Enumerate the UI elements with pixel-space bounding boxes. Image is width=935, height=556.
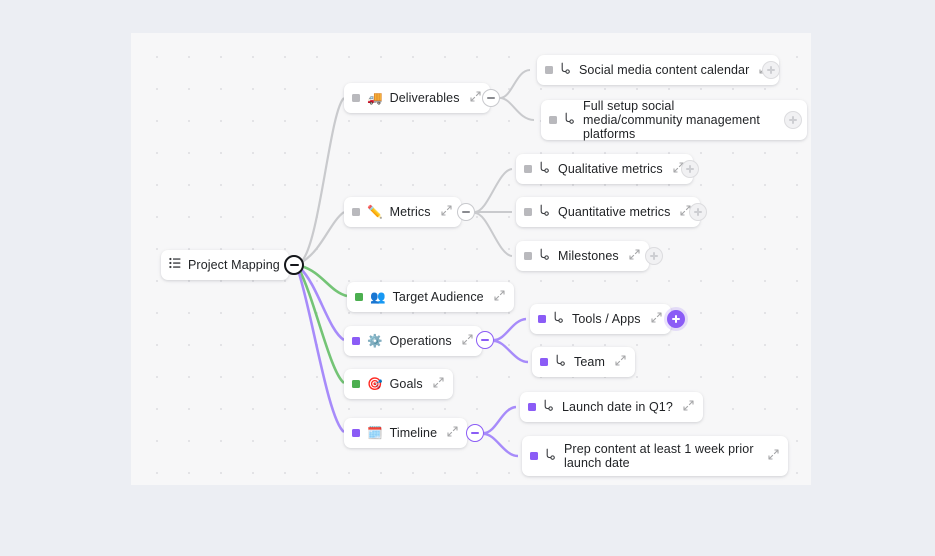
minus-icon — [481, 339, 489, 341]
bullet-purple — [538, 315, 546, 323]
bullet-gray — [524, 208, 532, 216]
bullet-green — [352, 380, 360, 388]
expand-icon[interactable] — [629, 247, 640, 265]
node-goals[interactable]: 🎯 Goals — [344, 369, 453, 399]
plus-icon — [770, 66, 772, 74]
bullet-purple — [530, 452, 538, 460]
plus-icon — [792, 116, 794, 124]
node-tools-apps[interactable]: Tools / Apps — [530, 304, 671, 334]
gear-emoji-icon: ⚙️ — [367, 335, 383, 348]
minus-icon — [462, 211, 470, 213]
node-target-audience-label: Target Audience — [393, 290, 484, 304]
node-metrics-label: Metrics — [390, 205, 431, 219]
bullet-purple — [540, 358, 548, 366]
add-child-button-milestones[interactable] — [645, 247, 663, 265]
node-prep-content[interactable]: Prep content at least 1 week prior launc… — [522, 436, 788, 476]
bullet-purple — [352, 429, 360, 437]
branch-node-icon — [543, 398, 555, 416]
target-emoji-icon: 🎯 — [367, 378, 383, 391]
minus-icon — [471, 432, 479, 434]
node-label: Full setup social media/community manage… — [583, 99, 773, 141]
bullet-purple — [528, 403, 536, 411]
node-timeline-label: Timeline — [390, 426, 438, 440]
node-label: Qualitative metrics — [558, 162, 663, 176]
node-label: Team — [574, 355, 605, 369]
expand-icon[interactable] — [494, 288, 505, 306]
minus-icon — [290, 264, 299, 266]
node-label: Social media content calendar — [579, 63, 749, 77]
node-operations[interactable]: ⚙️ Operations — [344, 326, 482, 356]
expand-icon[interactable] — [441, 203, 452, 221]
branch-node-icon — [553, 310, 565, 328]
node-label: Launch date in Q1? — [562, 400, 673, 414]
node-timeline[interactable]: 🗓️ Timeline — [344, 418, 467, 448]
node-milestones[interactable]: Milestones — [516, 241, 649, 271]
expand-icon[interactable] — [470, 89, 481, 107]
minus-icon — [487, 97, 495, 99]
mindmap-app: Project Mapping 🚚 Deliverables Social me… — [0, 0, 935, 556]
node-qualitative-metrics[interactable]: Qualitative metrics — [516, 154, 693, 184]
bullet-gray — [524, 252, 532, 260]
node-label: Quantitative metrics — [558, 205, 670, 219]
add-child-button-full-setup[interactable] — [784, 111, 802, 129]
bullet-gray — [549, 116, 557, 124]
add-child-button-tools-apps[interactable] — [667, 310, 685, 328]
node-metrics[interactable]: ✏️ Metrics — [344, 197, 461, 227]
expand-icon[interactable] — [768, 447, 779, 465]
bullet-gray — [352, 208, 360, 216]
node-root[interactable]: Project Mapping — [161, 250, 289, 280]
node-root-label: Project Mapping — [188, 258, 280, 272]
branch-node-icon — [564, 111, 576, 129]
node-operations-label: Operations — [390, 334, 452, 348]
bullet-purple — [352, 337, 360, 345]
bullet-gray — [545, 66, 553, 74]
pencil-emoji-icon: ✏️ — [367, 206, 383, 219]
add-child-button-social-media-content-calendar[interactable] — [762, 61, 780, 79]
add-child-button-quantitative-metrics[interactable] — [689, 203, 707, 221]
node-quantitative-metrics[interactable]: Quantitative metrics — [516, 197, 700, 227]
expand-icon[interactable] — [447, 424, 458, 442]
branch-node-icon — [539, 247, 551, 265]
branch-node-icon — [545, 447, 557, 465]
node-team[interactable]: Team — [532, 347, 635, 377]
truck-emoji-icon: 🚚 — [367, 92, 383, 105]
node-launch-date[interactable]: Launch date in Q1? — [520, 392, 703, 422]
node-deliverables-label: Deliverables — [390, 91, 460, 105]
toggle-operations[interactable] — [476, 331, 494, 349]
node-target-audience[interactable]: 👥 Target Audience — [347, 282, 514, 312]
node-label: Prep content at least 1 week prior launc… — [564, 442, 754, 470]
toggle-timeline[interactable] — [466, 424, 484, 442]
bullet-green — [355, 293, 363, 301]
branch-node-icon — [539, 160, 551, 178]
toggle-deliverables[interactable] — [482, 89, 500, 107]
plus-icon — [689, 165, 691, 173]
node-goals-label: Goals — [390, 377, 423, 391]
branch-node-icon — [560, 61, 572, 79]
expand-icon[interactable] — [651, 310, 662, 328]
node-label: Tools / Apps — [572, 312, 641, 326]
people-emoji-icon: 👥 — [370, 291, 386, 304]
expand-icon[interactable] — [683, 398, 694, 416]
expand-icon[interactable] — [462, 332, 473, 350]
add-child-button-qualitative-metrics[interactable] — [681, 160, 699, 178]
calendar-emoji-icon: 🗓️ — [367, 427, 383, 440]
bullet-gray — [352, 94, 360, 102]
plus-icon — [653, 252, 655, 260]
node-social-media-content-calendar[interactable]: Social media content calendar — [537, 55, 779, 85]
expand-icon[interactable] — [615, 353, 626, 371]
bullet-gray — [524, 165, 532, 173]
expand-icon[interactable] — [433, 375, 444, 393]
node-full-setup-social-media[interactable]: Full setup social media/community manage… — [541, 100, 807, 140]
plus-icon — [697, 208, 699, 216]
node-label: Milestones — [558, 249, 619, 263]
list-icon — [169, 256, 181, 274]
toggle-root[interactable] — [284, 255, 304, 275]
toggle-metrics[interactable] — [457, 203, 475, 221]
branch-node-icon — [555, 353, 567, 371]
plus-icon — [675, 315, 677, 323]
node-deliverables[interactable]: 🚚 Deliverables — [344, 83, 490, 113]
branch-node-icon — [539, 203, 551, 221]
